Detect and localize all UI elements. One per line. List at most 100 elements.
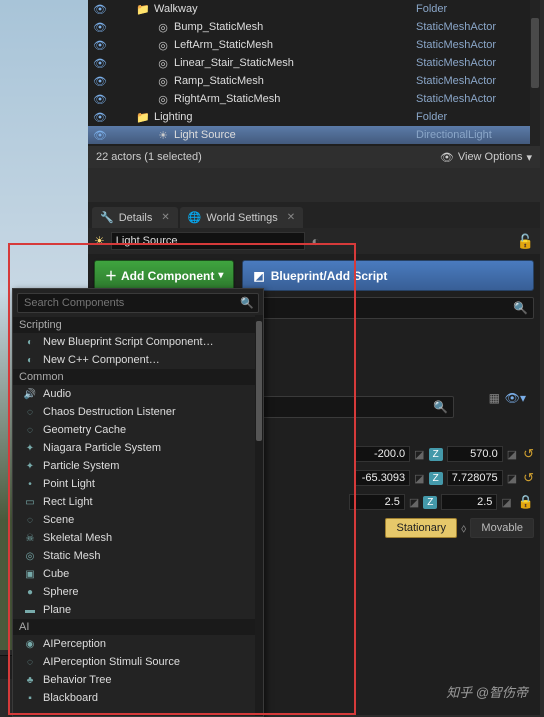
value-field[interactable]: 2.5 [441,494,497,510]
dropdown-item[interactable]: ▪Blackboard [13,689,263,707]
row-type-icon: ◎ [156,57,170,70]
transform-row: 2.5◪ Z 2.5◪ 🔒 [349,494,534,510]
tab-details[interactable]: 🔧 Details✕ [92,207,178,228]
value-field[interactable]: -65.3093 [354,470,410,486]
row-type: DirectionalLight [416,129,536,141]
row-type: StaticMeshActor [416,21,536,33]
help-icon[interactable]: ◐ [311,233,319,249]
dropdown-item[interactable]: ●Sphere [13,583,263,601]
component-label: Chaos Destruction Listener [43,406,176,418]
dropdown-scrollbar[interactable] [255,315,263,716]
row-label: Linear_Stair_StaticMesh [170,57,416,69]
component-icon: ◌ [23,425,37,436]
component-label: Particle System [43,460,119,472]
close-icon[interactable]: ✕ [287,212,295,223]
component-label: Plane [43,604,71,616]
tab-world-settings[interactable]: 🌐 World Settings✕ [180,207,303,228]
mobility-movable[interactable]: Movable [470,518,534,538]
component-label: Skeletal Mesh [43,532,112,544]
row-label: RightArm_StaticMesh [170,93,416,105]
outliner-row[interactable]: 👁 ◎ LeftArm_StaticMesh StaticMeshActor [88,36,540,54]
dropdown-item[interactable]: ◌Chaos Destruction Listener [13,403,263,421]
dropdown-item[interactable]: ▬Plane [13,601,263,619]
world-outliner: 👁 📁 Walkway Folder👁 ◎ Bump_StaticMesh St… [88,0,540,168]
globe-icon: 🌐 [188,211,202,224]
lock-icon[interactable]: 🔒 [518,494,534,510]
outliner-row[interactable]: 👁 ◎ Ramp_StaticMesh StaticMeshActor [88,72,540,90]
component-search-input[interactable] [17,293,259,313]
value-field[interactable]: 7.728075 [447,470,503,486]
search-icon: 🔍 [433,400,448,414]
outliner-scrollbar[interactable] [530,0,540,146]
blueprint-add-script-button[interactable]: ◩ Blueprint/Add Script [242,260,534,291]
dropdown-item[interactable]: ✦Particle System [13,457,263,475]
row-type-icon: ◎ [156,75,170,88]
dropdown-item[interactable]: •Point Light [13,475,263,493]
outliner-row[interactable]: 👁 📁 Walkway Folder [88,0,540,18]
dropdown-section-header: Scripting [13,317,263,333]
row-label: Lighting [150,111,416,123]
dropdown-item[interactable]: ◌AIPerception Stimuli Source [13,653,263,671]
blueprint-icon: ◩ [253,269,264,283]
component-label: Audio [43,388,71,400]
row-type: Folder [416,3,536,15]
outliner-row[interactable]: 👁 ☀ Light Source DirectionalLight [88,126,540,144]
visibility-eye-icon[interactable]: 👁 [92,3,108,16]
component-icon: ♣ [23,675,37,686]
reset-icon[interactable]: ↺ [523,470,534,486]
row-type: StaticMeshActor [416,75,536,87]
row-type-icon: ☀ [156,129,170,142]
row-label: LeftArm_StaticMesh [170,39,416,51]
add-component-button[interactable]: ＋ Add Component ▾ [94,260,234,291]
dropdown-item[interactable]: ◌Scene [13,511,263,529]
outliner-row[interactable]: 👁 ◎ Bump_StaticMesh StaticMeshActor [88,18,540,36]
visibility-eye-icon[interactable]: 👁 [92,75,108,88]
chevron-down-icon: ▾ [218,270,223,281]
value-field[interactable]: -200.0 [354,446,410,462]
value-field[interactable]: 570.0 [447,446,503,462]
dropdown-section-header: AI [13,619,263,635]
wrench-icon: 🔧 [100,211,114,224]
dropdown-item[interactable]: ▭Rect Light [13,493,263,511]
outliner-row[interactable]: 👁 ◎ RightArm_StaticMesh StaticMeshActor [88,90,540,108]
visibility-eye-icon[interactable]: 👁 [92,111,108,124]
actor-name-field[interactable] [111,232,306,250]
dropdown-item[interactable]: ◐New Blueprint Script Component… [13,333,263,351]
dropdown-item[interactable]: ▣Cube [13,565,263,583]
dropdown-item[interactable]: ☠Skeletal Mesh [13,529,263,547]
dropdown-item[interactable]: ♣Behavior Tree [13,671,263,689]
dropdown-item[interactable]: ◎Static Mesh [13,547,263,565]
reset-icon[interactable]: ↺ [523,446,534,462]
dropdown-item[interactable]: ✦Niagara Particle System [13,439,263,457]
mobility-stationary[interactable]: Stationary [385,518,457,538]
lock-icon[interactable]: 🔓 [517,233,534,250]
view-options-button[interactable]: 👁 View Options ▾ [440,151,532,164]
row-type-icon: 📁 [136,111,150,124]
outliner-row[interactable]: 👁 ◎ Linear_Stair_StaticMesh StaticMeshAc… [88,54,540,72]
visibility-eye-icon[interactable]: 👁 [92,93,108,106]
outliner-row[interactable]: 👁 📁 Lighting Folder [88,108,540,126]
visibility-eye-icon[interactable]: 👁 [92,21,108,34]
row-type-icon: ◎ [156,93,170,106]
component-icon: ● [23,587,37,598]
dropdown-item[interactable]: ◉AIPerception [13,635,263,653]
dropdown-item[interactable]: 🔊Audio [13,385,263,403]
value-field[interactable]: 2.5 [349,494,405,510]
close-icon[interactable]: ✕ [161,212,169,223]
component-label: AIPerception [43,638,106,650]
component-icon: ◎ [23,551,37,562]
eye-dropdown-icon[interactable]: 👁▾ [505,391,526,405]
visibility-eye-icon[interactable]: 👁 [92,129,108,142]
dropdown-item[interactable]: ◌ Geometry Cache [13,421,263,439]
row-type: StaticMeshActor [416,93,536,105]
grid-icon[interactable]: ▦ [489,391,500,405]
component-label: Geometry Cache [43,424,126,436]
component-label: New C++ Component… [43,354,160,366]
visibility-eye-icon[interactable]: 👁 [92,39,108,52]
visibility-eye-icon[interactable]: 👁 [92,57,108,70]
dropdown-section-header: Common [13,369,263,385]
row-label: Light Source [170,129,416,141]
watermark: 知乎 @智伤帝 [446,682,528,701]
dropdown-item[interactable]: ◐New C++ Component… [13,351,263,369]
sun-icon: ☀ [94,234,105,248]
